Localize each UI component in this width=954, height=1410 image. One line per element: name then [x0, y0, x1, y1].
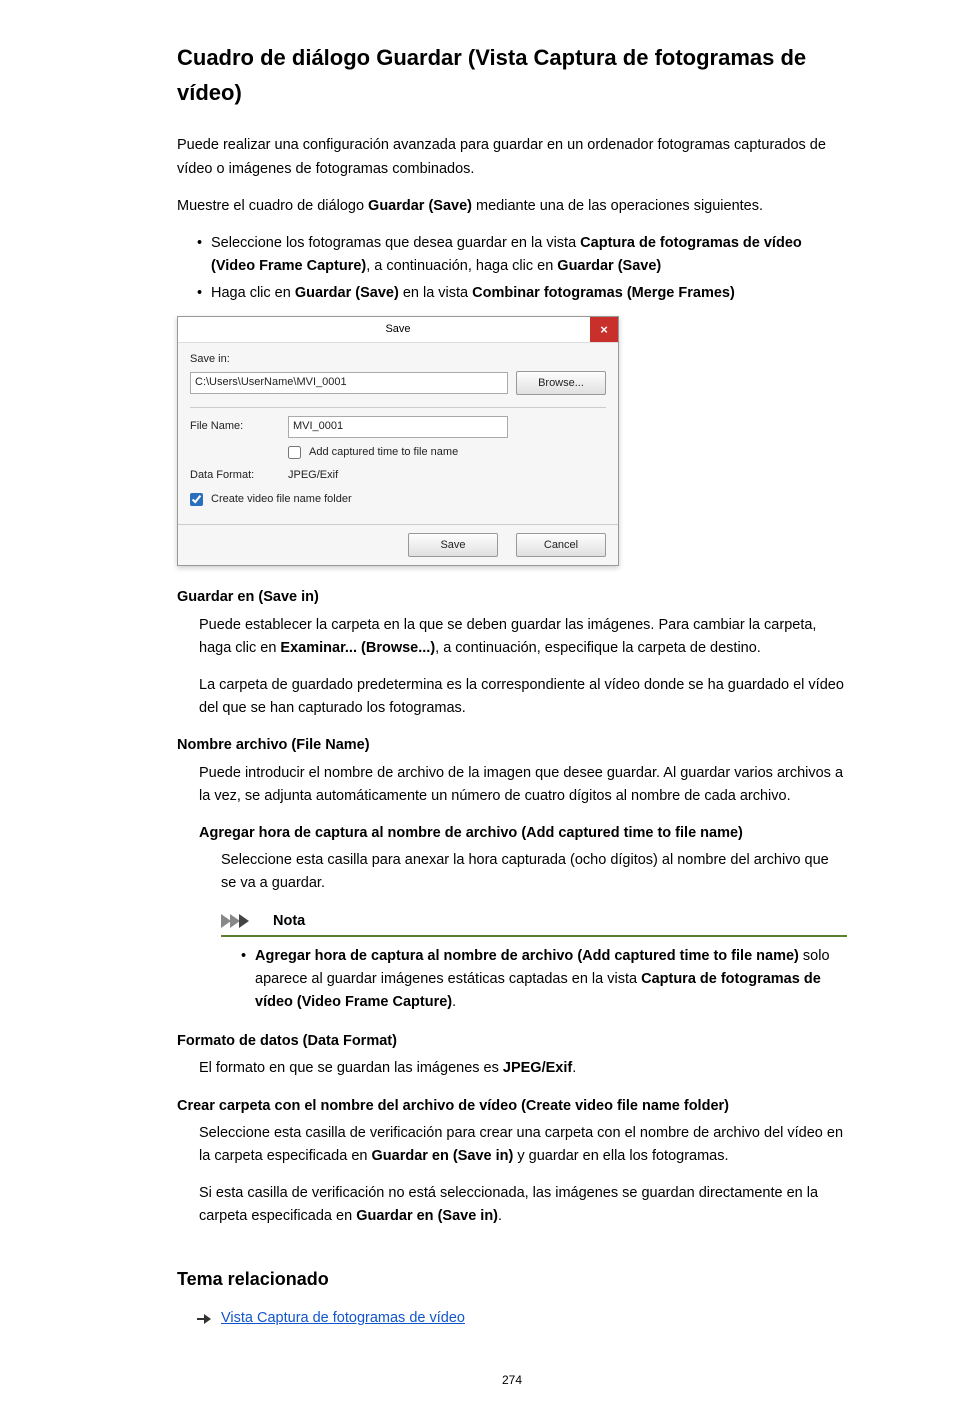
related-heading: Tema relacionado: [177, 1265, 847, 1294]
related-item: Vista Captura de fotogramas de vídeo: [177, 1307, 847, 1330]
note-item: Agregar hora de captura al nombre de arc…: [241, 945, 847, 1015]
def-filename-body: Puede introducir el nombre de archivo de…: [199, 762, 847, 808]
save-dialog-figure: Save × Save in: C:\Users\UserName\MVI_00…: [177, 316, 847, 567]
save-button[interactable]: Save: [408, 533, 498, 557]
page-content: Cuadro de diálogo Guardar (Vista Captura…: [87, 0, 867, 1410]
page-number: 274: [177, 1371, 847, 1390]
close-icon[interactable]: ×: [590, 317, 618, 343]
def-createfolder-body: Seleccione esta casilla de verificación …: [199, 1122, 847, 1229]
page-title: Cuadro de diálogo Guardar (Vista Captura…: [177, 40, 847, 110]
operations-list: Seleccione los fotogramas que desea guar…: [197, 232, 847, 306]
related-link[interactable]: Vista Captura de fotogramas de vídeo: [221, 1307, 465, 1330]
savein-label: Save in:: [190, 351, 606, 369]
def-filename-title: Nombre archivo (File Name): [177, 734, 847, 757]
def-dataformat-title: Formato de datos (Data Format): [177, 1030, 847, 1053]
definitions: Guardar en (Save in) Puede establecer la…: [177, 586, 847, 1228]
dataformat-label: Data Format:: [190, 467, 280, 485]
def-dataformat-body: El formato en que se guardan las imágene…: [199, 1057, 847, 1080]
save-dialog: Save × Save in: C:\Users\UserName\MVI_00…: [177, 316, 619, 567]
def-createfolder-title: Crear carpeta con el nombre del archivo …: [177, 1095, 847, 1118]
def-addtime-body: Seleccione esta casilla para anexar la h…: [221, 849, 847, 1014]
savein-path-field[interactable]: C:\Users\UserName\MVI_0001: [190, 372, 508, 394]
list-item: Seleccione los fotogramas que desea guar…: [197, 232, 847, 278]
browse-button[interactable]: Browse...: [516, 371, 606, 395]
arrow-right-icon: [197, 1313, 211, 1325]
dialog-title-text: Save: [385, 323, 410, 335]
intro-p2: Muestre el cuadro de diálogo Guardar (Sa…: [177, 195, 847, 218]
cancel-button[interactable]: Cancel: [516, 533, 606, 557]
note-box: Nota Agregar hora de captura al nombre d…: [221, 910, 847, 1015]
filename-input[interactable]: MVI_0001: [288, 416, 508, 438]
intro-p1: Puede realizar una configuración avanzad…: [177, 134, 847, 180]
addtime-checkbox[interactable]: Add captured time to file name: [288, 444, 458, 462]
def-savein-title: Guardar en (Save in): [177, 586, 847, 609]
def-savein-body: Puede establecer la carpeta en la que se…: [199, 614, 847, 721]
list-item: Haga clic en Guardar (Save) en la vista …: [197, 282, 847, 305]
note-title: Nota: [273, 910, 305, 933]
dialog-titlebar: Save ×: [178, 317, 618, 344]
note-arrows-icon: [221, 914, 267, 928]
createfolder-checkbox[interactable]: Create video file name folder: [190, 491, 352, 509]
filename-label: File Name:: [190, 418, 280, 436]
dataformat-value: JPEG/Exif: [288, 467, 338, 485]
def-addtime-title: Agregar hora de captura al nombre de arc…: [199, 822, 847, 845]
